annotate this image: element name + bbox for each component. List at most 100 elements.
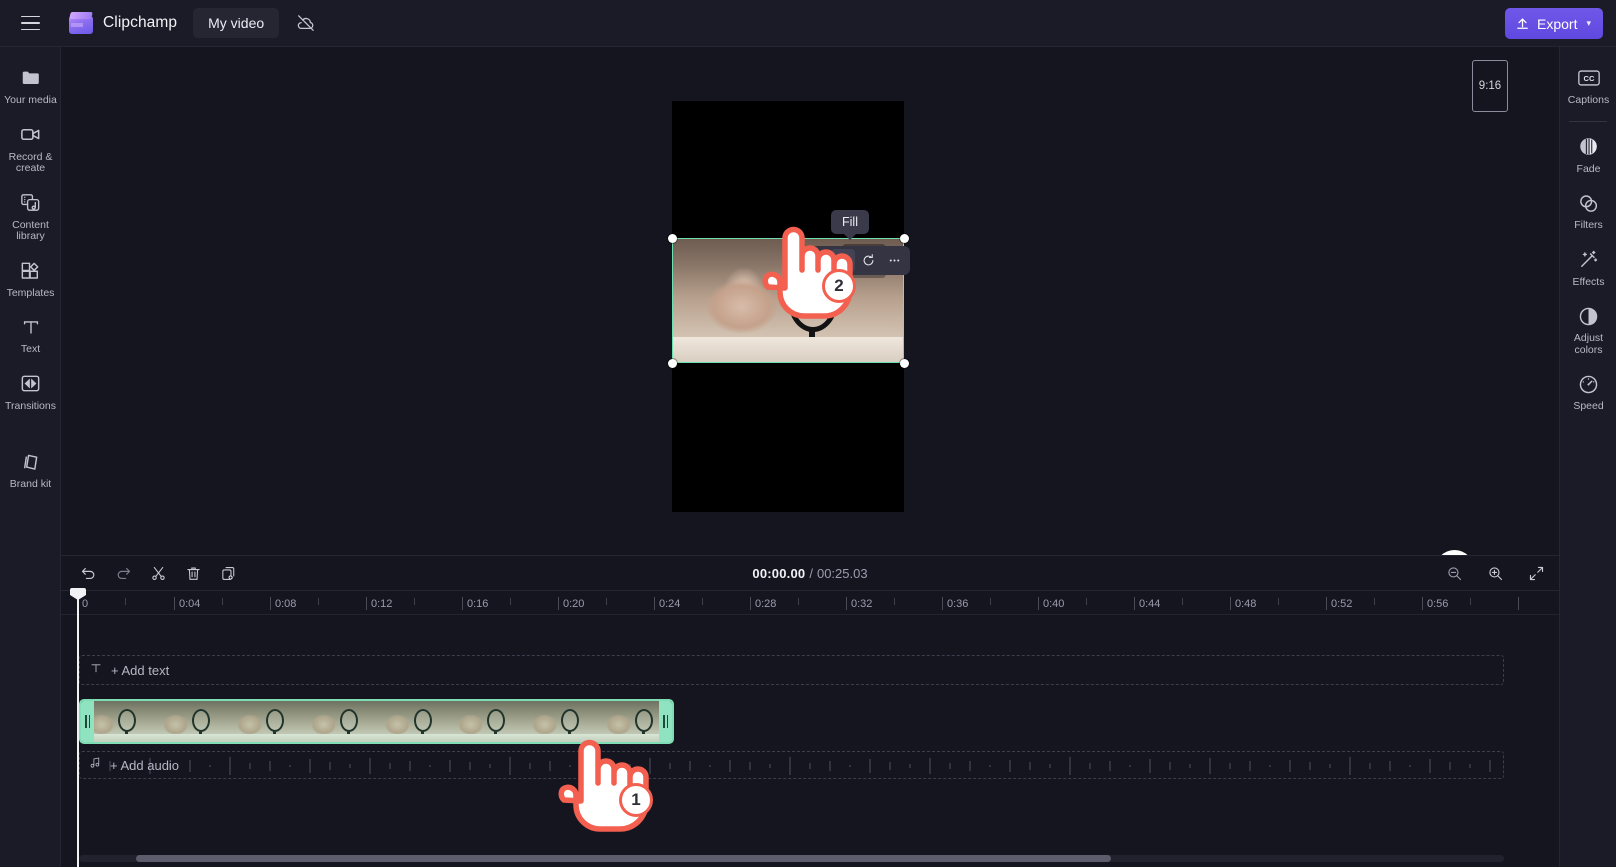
sidebar-item-captions[interactable]: CC Captions	[1560, 57, 1616, 114]
clip-trim-handle-right[interactable]	[659, 701, 672, 742]
ruler-label: 0:52	[1331, 598, 1353, 610]
brand-logo: Clipchamp	[69, 11, 178, 35]
export-button[interactable]: Export ▾	[1505, 8, 1603, 39]
current-time: 00:00.00	[752, 566, 806, 581]
timecode-display: 00:00.00 / 00:25.03	[61, 556, 1559, 591]
resize-handle-top-right[interactable]	[900, 234, 909, 243]
fit-to-timeline-button[interactable]	[1522, 560, 1551, 587]
sidebar-item-record-create[interactable]: Record & create	[0, 114, 61, 182]
sidebar-label: Brand kit	[9, 478, 52, 490]
gesture-step-badge-1: 1	[619, 783, 653, 817]
transitions-icon	[19, 372, 43, 396]
music-note-icon	[89, 756, 102, 774]
crop-button[interactable]	[805, 249, 829, 272]
resize-handle-top-left[interactable]	[668, 234, 677, 243]
sidebar-item-effects[interactable]: Effects	[1560, 239, 1616, 296]
speed-gauge-icon	[1577, 372, 1601, 396]
upload-icon	[1517, 18, 1528, 29]
sidebar-item-brand-kit[interactable]: Brand kit	[0, 441, 61, 498]
redo-button[interactable]	[109, 560, 138, 587]
clip-trim-handle-left[interactable]	[81, 701, 94, 742]
brand-kit-icon	[19, 450, 43, 474]
timeline-toolbar: 00:00.00 / 00:25.03	[61, 555, 1559, 590]
ruler-label: 0:44	[1139, 598, 1161, 610]
clipchamp-logo-icon	[69, 11, 94, 35]
sidebar-label: Transitions	[5, 399, 56, 412]
divider	[1569, 120, 1607, 122]
brand-name: Clipchamp	[103, 14, 178, 31]
sidebar-item-speed[interactable]: Speed	[1560, 363, 1616, 420]
undo-button[interactable]	[74, 560, 103, 587]
top-bar: Clipchamp My video Export ▾	[0, 0, 1616, 47]
add-text-track[interactable]: + Add text	[79, 655, 1504, 685]
sidebar-label: Fade	[1576, 162, 1601, 175]
sidebar-label: Text	[20, 343, 41, 355]
sidebar-label: Adjust colors	[1573, 332, 1604, 356]
ruler-label: 0:20	[563, 598, 585, 610]
delete-button[interactable]	[179, 560, 208, 587]
audio-waveform	[109, 757, 1491, 775]
sidebar-label: Captions	[1567, 94, 1610, 106]
add-audio-track[interactable]: + Add audio	[79, 751, 1504, 779]
zoom-in-button[interactable]	[1481, 560, 1510, 587]
sidebar-item-your-media[interactable]: Your media	[0, 57, 61, 114]
effects-wand-icon	[1577, 248, 1601, 272]
ruler-label: 0	[82, 598, 89, 610]
timeline-ruler[interactable]: 0 0:04 0:08 0:12 0:16 0:20 0:24 0:28 0:3…	[61, 590, 1559, 615]
ruler-label: 0:28	[755, 598, 777, 610]
clip-floating-toolbar	[801, 246, 910, 275]
preview-stage: 9:16 Fill	[61, 47, 1559, 614]
sidebar-item-templates[interactable]: Templates	[0, 250, 61, 307]
sidebar-label: Content library	[12, 218, 49, 242]
sidebar-item-fade[interactable]: Fade	[1560, 126, 1616, 183]
more-options-button[interactable]	[882, 249, 906, 272]
templates-icon	[19, 259, 43, 283]
rotate-button[interactable]	[857, 249, 881, 272]
svg-text:CC: CC	[1583, 74, 1594, 83]
duplicate-button[interactable]	[214, 560, 243, 587]
sidebar-item-filters[interactable]: Filters	[1560, 182, 1616, 239]
sidebar-label: Record & create	[8, 150, 53, 174]
resize-handle-bottom-left[interactable]	[668, 359, 677, 368]
sidebar-label: Effects	[1572, 275, 1605, 288]
add-text-label: + Add text	[111, 662, 170, 678]
sidebar-item-content-library[interactable]: Content library	[0, 182, 61, 250]
left-sidebar: Your media Record & create Content libra…	[0, 47, 78, 867]
timeline-zoom-controls	[1434, 560, 1551, 587]
video-clip[interactable]	[79, 699, 674, 744]
project-title-input[interactable]: My video	[193, 8, 280, 38]
split-button[interactable]	[144, 560, 173, 587]
cc-icon: CC	[1577, 66, 1601, 90]
zoom-out-button[interactable]	[1440, 560, 1469, 587]
adjust-colors-icon	[1577, 304, 1601, 328]
chevron-down-icon: ▾	[1586, 18, 1591, 28]
ruler-label: 0:16	[467, 598, 489, 610]
ruler-label: 0:12	[371, 598, 393, 610]
text-t-icon	[89, 661, 103, 680]
ruler-label: 0:04	[179, 598, 201, 610]
gesture-step-badge-2: 2	[822, 269, 856, 303]
aspect-ratio-button[interactable]: 9:16	[1472, 60, 1508, 112]
ruler-label: 0:24	[659, 598, 681, 610]
ruler-label: 0:40	[1043, 598, 1065, 610]
total-time: 00:25.03	[816, 566, 868, 581]
sidebar-label: Your media	[4, 94, 57, 106]
sidebar-label: Speed	[1573, 400, 1604, 412]
text-icon	[19, 315, 43, 339]
content-library-icon	[19, 191, 43, 215]
folder-icon	[19, 66, 43, 90]
sidebar-item-transitions[interactable]: Transitions	[0, 363, 61, 420]
fade-icon	[1577, 135, 1601, 159]
hamburger-menu-icon[interactable]	[13, 6, 47, 40]
sidebar-label: Filters	[1574, 219, 1603, 231]
ruler-label: 0:32	[851, 598, 873, 610]
resize-handle-bottom-right[interactable]	[900, 359, 909, 368]
timeline-scrollbar-thumb[interactable]	[136, 855, 1111, 862]
sidebar-item-adjust-colors[interactable]: Adjust colors	[1560, 295, 1616, 363]
step-number: 1	[631, 790, 641, 809]
ruler-label: 0:56	[1427, 598, 1449, 610]
ruler-label: 0:48	[1235, 598, 1257, 610]
right-sidebar: CC Captions Fade Filters Effects Adjust …	[1542, 47, 1616, 867]
cloud-off-icon[interactable]	[289, 8, 323, 38]
sidebar-item-text[interactable]: Text	[0, 306, 61, 363]
